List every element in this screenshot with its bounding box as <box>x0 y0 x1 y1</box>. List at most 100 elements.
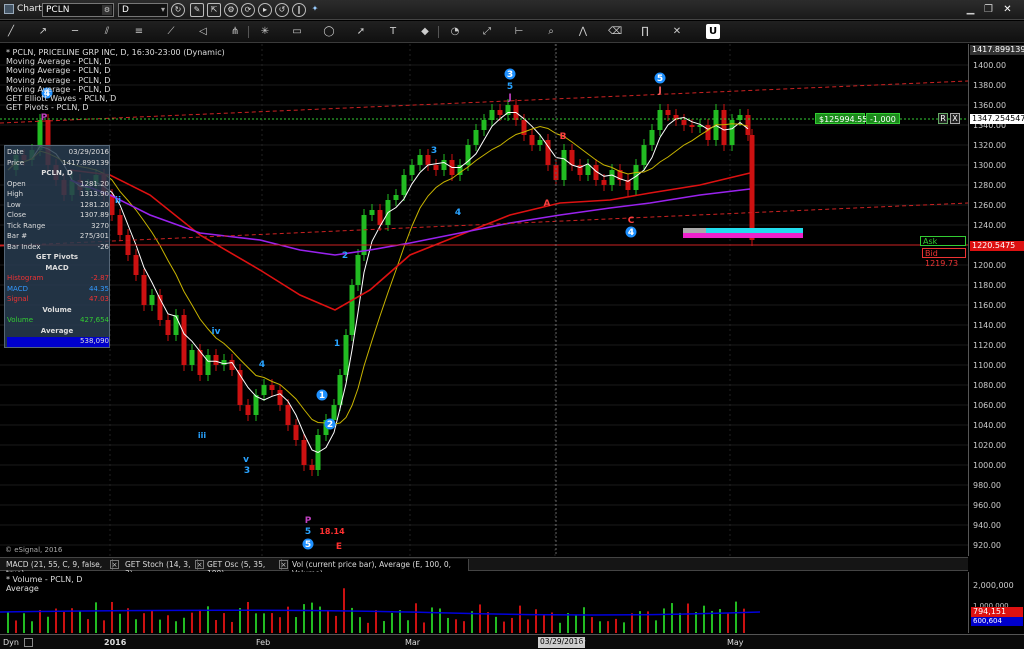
cycle-tool-icon[interactable]: ◔ <box>448 25 462 39</box>
close-tab-icon[interactable]: × <box>195 560 204 569</box>
volume-bar <box>31 621 33 633</box>
close-position-button[interactable]: X <box>950 113 960 124</box>
close-tab-icon[interactable]: × <box>110 560 119 569</box>
volume-bar <box>183 617 185 633</box>
close-tab-icon[interactable]: × <box>279 560 288 569</box>
volume-bar <box>47 616 49 633</box>
study-tab[interactable]: GET Stoch (14, 3, 3) <box>122 559 198 578</box>
settings-icon[interactable]: ⚙ <box>224 3 238 17</box>
candle-body <box>301 440 307 465</box>
fib-tool-icon[interactable]: ≡ <box>132 25 146 39</box>
volume-pane[interactable]: * Volume - PCLN, D Average <box>0 572 968 633</box>
data-window-row: Low 1281.20 <box>7 201 109 211</box>
draw-icon[interactable]: ✎ <box>190 3 204 17</box>
top-price-flag: 1417.899139 <box>970 45 1024 55</box>
data-window: Date 03/29/2016 Price 1417.899139 PCLN, D Ope… <box>4 145 110 348</box>
volume-bar <box>303 604 305 633</box>
refresh-icon[interactable]: ↺ <box>275 3 289 17</box>
minimize-icon[interactable]: ▁ <box>964 3 977 16</box>
price-tick-label: 1360.00 <box>973 101 1007 110</box>
candle-body <box>361 215 367 255</box>
undo-button[interactable]: U <box>706 24 720 39</box>
data-window-key: Signal <box>7 295 29 303</box>
legend-line[interactable]: Moving Average - PCLN, D <box>6 76 225 85</box>
ellipse-tool-icon[interactable]: ◯ <box>322 25 336 39</box>
candle-body <box>205 355 211 375</box>
measure-tool-icon[interactable]: ⊢ <box>512 25 526 39</box>
trend-tool-icon[interactable]: ⟋ <box>164 25 178 39</box>
time-scroll-icon[interactable] <box>24 638 33 647</box>
legend-line[interactable]: Moving Average - PCLN, D <box>6 57 225 66</box>
elliott-wave-label: P <box>41 113 48 123</box>
legend-line[interactable]: Moving Average - PCLN, D <box>6 85 225 94</box>
volume-axis[interactable]: 2,000,000 1,000,000 794,151 600,604 <box>968 572 1024 633</box>
volume-bar <box>703 605 705 633</box>
volume-average-line <box>0 609 761 616</box>
symbol-input[interactable]: PCLN ⚙ <box>42 3 114 17</box>
legend-line[interactable]: GET Elliott Waves - PCLN, D <box>6 94 225 103</box>
horizontal-line-tool-icon[interactable]: ─ <box>68 25 82 39</box>
candle-body <box>277 390 283 405</box>
study-tab[interactable]: GET Osc (5, 35, 100) <box>204 559 282 578</box>
candle-body <box>585 165 591 175</box>
line-tool-icon[interactable]: ╱ <box>4 25 18 39</box>
arrow-tool-icon[interactable]: ➚ <box>354 25 368 39</box>
close-icon[interactable]: ✕ <box>1001 3 1014 16</box>
channel-tool-icon[interactable]: ⫽ <box>100 25 114 39</box>
delete-tool-icon[interactable]: ✕ <box>670 25 684 39</box>
legend-line[interactable]: GET Pivots - PCLN, D <box>6 103 225 112</box>
legend-line[interactable]: Moving Average - PCLN, D <box>6 66 225 75</box>
regression-tool-icon[interactable]: ⤢ <box>480 25 494 39</box>
pti-tool-icon[interactable]: ∏ <box>638 25 652 39</box>
marker-tool-icon[interactable]: ◆ <box>418 25 432 39</box>
volume-bar <box>559 622 561 633</box>
zoom-tool-icon[interactable]: ⌕ <box>544 25 558 39</box>
pitch-tool-icon[interactable]: ⋀ <box>576 25 590 39</box>
volume-bar <box>119 613 121 633</box>
rectangle-tool-icon[interactable]: ▭ <box>290 25 304 39</box>
gann-tool-icon[interactable]: ✳ <box>258 25 272 39</box>
data-window-row: Bar # 275/301 <box>7 232 109 242</box>
window-title: Chart <box>17 4 42 14</box>
volume-bar <box>695 612 697 633</box>
elliott-wave-label: 5 <box>507 82 513 92</box>
play-icon[interactable]: ▸ <box>258 3 272 17</box>
interval-select[interactable]: D ▾ <box>118 3 168 17</box>
time-axis[interactable]: Dyn 2016 Feb Mar 03/29/2016 pr May <box>0 634 1024 649</box>
volume-bar <box>231 621 233 633</box>
drawing-toolbar: U ╱ ↗ ─ ⫽ ≡ ⟋ ◁ ⋔ ✳ ▭ ◯ ➚ T ◆ ◔ ⤢ ⊢ ⌕ ⋀ ⌫ ∏ ✕ <box>0 21 1024 43</box>
twitter-icon[interactable]: ✦ <box>308 3 322 17</box>
volume-bar <box>263 613 265 633</box>
candle-body <box>441 160 447 170</box>
text-tool-icon[interactable]: T <box>386 25 400 39</box>
volume-bar <box>151 610 153 633</box>
price-tick-label: 940.00 <box>973 521 1001 530</box>
data-window-key: MACD <box>7 284 28 293</box>
volume-bar <box>599 621 601 633</box>
pause-icon[interactable]: ∥ <box>292 3 306 17</box>
pitchfork-tool-icon[interactable]: ⋔ <box>228 25 242 39</box>
symbol-options-icon[interactable]: ⚙ <box>102 5 112 15</box>
cycle-icon[interactable]: ⟳ <box>241 3 255 17</box>
legend-line[interactable]: * PCLN, PRICELINE GRP INC, D, 16:30-23:0… <box>6 48 225 57</box>
candle-body <box>569 150 575 165</box>
price-tick-label: 1140.00 <box>973 321 1007 330</box>
volume-bar <box>55 608 57 633</box>
study-tab[interactable]: Vol (current price bar), Average (E, 100… <box>289 559 469 578</box>
link-icon[interactable]: ↻ <box>171 3 185 17</box>
cursor-icon[interactable]: ⇱ <box>207 3 221 17</box>
volume-bar <box>471 611 473 633</box>
volume-bar <box>447 617 449 633</box>
reverse-button[interactable]: R <box>938 113 948 124</box>
position-qty-box[interactable]: -1,000 <box>866 113 900 124</box>
data-window-value: 1313.90 <box>80 190 109 198</box>
restore-icon[interactable]: ❐ <box>982 3 995 16</box>
dynamic-label[interactable]: Dyn <box>3 638 19 647</box>
price-tick-label: 1200.00 <box>973 261 1007 270</box>
ray-tool-icon[interactable]: ↗ <box>36 25 50 39</box>
elliott-wave-label: 3 <box>431 146 437 156</box>
position-value-box[interactable]: $125994.55 <box>815 113 867 124</box>
study-tab[interactable]: MACD (21, 55, C, 9, false, true) <box>3 559 113 578</box>
wedge-tool-icon[interactable]: ◁ <box>196 25 210 39</box>
eraser-tool-icon[interactable]: ⌫ <box>608 25 622 39</box>
